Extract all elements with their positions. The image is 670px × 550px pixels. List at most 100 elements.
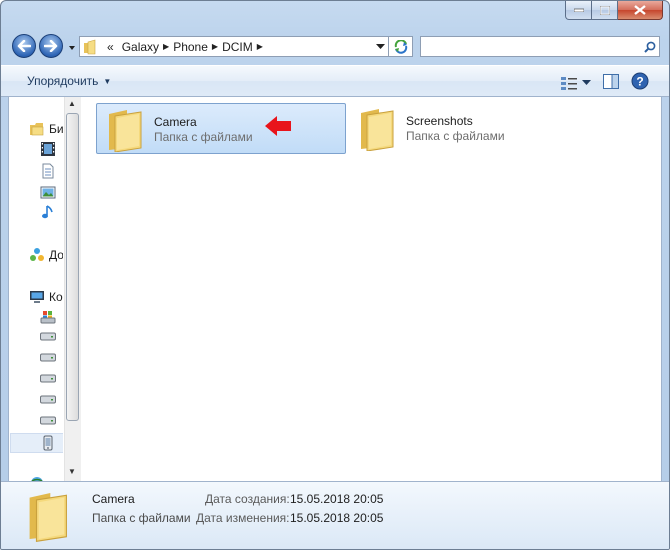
organize-label: Упорядочить	[27, 74, 99, 88]
scroll-up-icon[interactable]: ▲	[68, 99, 76, 108]
navigation-bar: « Galaxy ▶ Phone ▶ DCIM ▶	[1, 31, 669, 63]
breadcrumb-galaxy[interactable]: Galaxy	[122, 40, 159, 54]
created-label: Дата создания:	[205, 492, 290, 506]
folder-icon	[84, 39, 96, 54]
caption-buttons	[565, 1, 663, 20]
search-box[interactable]	[420, 36, 660, 57]
forward-arrow-icon	[44, 40, 58, 52]
drive-icon	[40, 332, 56, 341]
back-button[interactable]	[12, 34, 36, 58]
phone-device-icon	[43, 435, 53, 451]
nav-item-label: Би	[49, 122, 63, 136]
homegroup-icon	[30, 248, 44, 261]
created-value: 15.05.2018 20:05	[290, 492, 384, 506]
scroll-down-icon[interactable]: ▼	[68, 467, 76, 476]
nav-item-drive[interactable]	[40, 395, 60, 405]
back-arrow-icon	[17, 40, 31, 52]
nav-item-drive[interactable]	[40, 332, 60, 342]
search-input[interactable]	[421, 38, 641, 55]
nav-item-system-drive[interactable]	[40, 309, 60, 325]
minimize-button[interactable]	[565, 1, 592, 20]
nav-item-drive[interactable]	[40, 416, 60, 426]
breadcrumb-phone[interactable]: Phone	[173, 40, 208, 54]
organize-button[interactable]: Упорядочить ▼	[27, 74, 111, 88]
chevron-down-icon	[375, 43, 385, 49]
chevron-down-icon: ▼	[103, 76, 112, 86]
nav-item-phone[interactable]	[40, 435, 60, 451]
maximize-icon	[599, 5, 610, 15]
folder-icon	[29, 493, 67, 542]
change-view-button[interactable]	[560, 75, 591, 91]
breadcrumb-separator-icon[interactable]: ▶	[212, 42, 218, 51]
view-options-icon	[561, 76, 577, 90]
folder-icon	[361, 109, 394, 151]
nav-item-label: До	[49, 248, 63, 262]
explorer-window: « Galaxy ▶ Phone ▶ DCIM ▶ Упорядочить ▼ …	[0, 0, 670, 550]
videos-icon	[41, 142, 55, 156]
red-arrow-icon	[265, 116, 291, 136]
content-area: Би До Ко ▲ ▼ Camera Папка с файлами Scre…	[8, 97, 662, 481]
breadcrumb-separator-icon[interactable]: ▶	[163, 42, 169, 51]
nav-item-computer[interactable]: Ко	[29, 289, 63, 305]
folder-tile-screenshots[interactable]: Screenshots Папка с файлами	[349, 103, 599, 154]
drive-icon	[40, 374, 56, 383]
pictures-icon	[40, 186, 56, 199]
system-drive-icon	[40, 311, 56, 324]
nav-item-drive[interactable]	[40, 353, 60, 363]
file-list: Camera Папка с файлами Screenshots Папка…	[81, 97, 661, 481]
address-dropdown-button[interactable]	[372, 37, 388, 56]
folder-type: Папка с файлами	[154, 130, 253, 144]
scrollbar-thumb[interactable]	[66, 113, 79, 421]
nav-item-label: Ко	[49, 290, 63, 304]
nav-item-homegroup[interactable]: До	[29, 247, 63, 263]
details-name: Camera	[92, 492, 135, 506]
svg-text:?: ?	[636, 75, 643, 89]
folder-type: Папка с файлами	[406, 129, 505, 143]
toolbar-right: ?	[560, 72, 649, 93]
drive-icon	[40, 395, 56, 404]
nav-item-libraries[interactable]: Би	[29, 121, 63, 137]
close-icon	[634, 5, 646, 15]
refresh-button[interactable]	[389, 36, 413, 57]
nav-item-documents[interactable]	[40, 163, 60, 179]
details-pane: Camera Папка с файлами Дата создания: 15…	[1, 481, 669, 549]
nav-item-drive[interactable]	[40, 374, 60, 384]
navigation-scrollbar[interactable]: ▲ ▼	[64, 97, 81, 481]
address-bar[interactable]: « Galaxy ▶ Phone ▶ DCIM ▶	[79, 36, 389, 57]
help-button[interactable]: ?	[631, 72, 649, 93]
close-button[interactable]	[618, 1, 663, 20]
folder-name: Camera	[154, 115, 197, 129]
refresh-icon	[394, 39, 407, 54]
nav-item-pictures[interactable]	[40, 184, 60, 200]
search-icon[interactable]	[641, 41, 659, 53]
modified-label: Дата изменения:	[196, 511, 290, 525]
folder-name: Screenshots	[406, 114, 473, 128]
breadcrumb-overflow[interactable]: «	[107, 40, 114, 54]
recent-pages-dropdown[interactable]	[67, 42, 77, 52]
chevron-down-icon	[69, 46, 75, 50]
chevron-down-icon	[582, 79, 591, 85]
navigation-pane: Би До Ко	[9, 97, 63, 481]
computer-icon	[30, 291, 44, 303]
nav-item-music[interactable]	[40, 204, 60, 220]
details-type: Папка с файлами	[92, 511, 191, 525]
maximize-button[interactable]	[592, 1, 618, 20]
folder-icon	[109, 110, 142, 152]
libraries-icon	[30, 123, 44, 136]
folder-tile-camera[interactable]: Camera Папка с файлами	[96, 103, 346, 154]
preview-pane-icon	[603, 73, 619, 89]
command-bar: Упорядочить ▼ ?	[1, 65, 669, 97]
nav-item-videos[interactable]	[40, 141, 60, 157]
forward-button[interactable]	[39, 34, 63, 58]
music-icon	[42, 205, 53, 219]
minimize-icon	[573, 8, 584, 12]
breadcrumb: « Galaxy ▶ Phone ▶ DCIM ▶	[99, 40, 372, 54]
drive-icon	[40, 416, 56, 425]
documents-icon	[42, 163, 54, 179]
drive-icon	[40, 353, 56, 362]
modified-value: 15.05.2018 20:05	[290, 511, 384, 525]
preview-pane-button[interactable]	[603, 73, 619, 92]
help-icon: ?	[631, 72, 649, 90]
breadcrumb-separator-icon[interactable]: ▶	[257, 42, 263, 51]
breadcrumb-dcim[interactable]: DCIM	[222, 40, 253, 54]
